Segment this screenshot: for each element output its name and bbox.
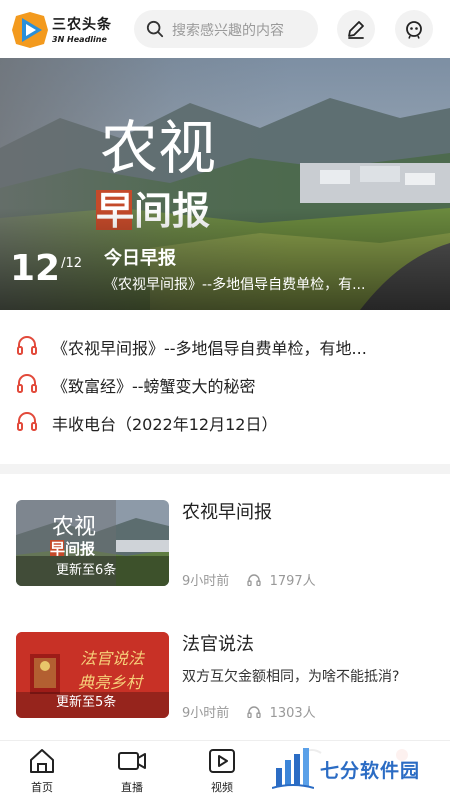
banner-title: 今日早报 bbox=[104, 248, 176, 269]
app-logo[interactable] bbox=[12, 12, 48, 48]
publish-time: 9小时前 bbox=[182, 574, 230, 589]
update-count: 更新至5条 bbox=[56, 695, 117, 710]
search-bar[interactable]: 搜索感兴趣的内容 bbox=[134, 10, 318, 48]
program-thumbnail: 法官说法 典亮乡村 更新至5条 bbox=[16, 632, 169, 718]
program-title: 农视早间报 bbox=[182, 502, 272, 523]
watermark-logo-icon bbox=[272, 748, 314, 789]
publish-time: 9小时前 bbox=[182, 706, 230, 721]
section-divider bbox=[0, 464, 450, 474]
nav-label-home: 首页 bbox=[31, 781, 53, 794]
nav-item-live[interactable]: 直播 bbox=[102, 747, 162, 799]
audio-item-title: 丰收电台（2022年12月12日） bbox=[52, 415, 278, 434]
audio-list-item[interactable]: 《农视早间报》--多地倡导自费单检，有地... bbox=[0, 325, 450, 363]
svg-text:农视: 农视 bbox=[100, 114, 216, 182]
search-icon bbox=[146, 20, 164, 38]
banner-total-pages: /12 bbox=[61, 256, 83, 271]
program-title: 法官说法 bbox=[182, 634, 254, 655]
program-description: 双方互欠金额相同，为啥不能抵消? bbox=[182, 669, 400, 685]
audio-item-title: 《致富经》--螃蟹变大的秘密 bbox=[52, 377, 256, 396]
headphones-icon bbox=[17, 336, 37, 355]
audio-list-item[interactable]: 丰收电台（2022年12月12日） bbox=[0, 401, 450, 439]
banner-carousel[interactable]: 农视 早间报 12/12 今日早报 《农视早间报》--多地倡导自费单检，有... bbox=[0, 58, 450, 310]
headphones-icon bbox=[247, 706, 262, 718]
video-camera-icon bbox=[118, 752, 146, 770]
headphones-icon bbox=[17, 412, 37, 431]
update-count: 更新至6条 bbox=[56, 563, 117, 578]
app-header: 三农头条 3N Headline 搜索感兴趣的内容 bbox=[0, 0, 450, 58]
edit-button[interactable] bbox=[337, 10, 375, 48]
program-meta: 9小时前 1797人 bbox=[182, 570, 316, 589]
brand-title: 三农头条 bbox=[52, 17, 112, 33]
headphones-icon bbox=[247, 574, 262, 586]
watermark: 七分软件园 bbox=[268, 742, 448, 796]
banner-page-indicator: 12/12 bbox=[10, 248, 82, 289]
nav-item-video[interactable]: 视频 bbox=[192, 747, 252, 799]
nav-label-live: 直播 bbox=[121, 781, 143, 794]
search-placeholder: 搜索感兴趣的内容 bbox=[172, 23, 284, 39]
listener-count: 1797人 bbox=[269, 574, 316, 589]
program-card[interactable]: 农视 早间报 更新至6条 农视早间报 9小时前 1797人 bbox=[0, 496, 450, 608]
program-thumbnail: 农视 早间报 更新至6条 bbox=[16, 500, 169, 586]
nav-item-home[interactable]: 首页 bbox=[12, 747, 72, 799]
brand-subtitle: 3N Headline bbox=[52, 35, 107, 44]
listener-count: 1303人 bbox=[269, 706, 316, 721]
audio-item-title: 《农视早间报》--多地倡导自费单检，有地... bbox=[52, 339, 367, 358]
program-meta: 9小时前 1303人 bbox=[182, 702, 316, 721]
nav-label-video: 视频 bbox=[211, 781, 233, 794]
svg-text:农视: 农视 bbox=[52, 515, 96, 540]
audio-list-item[interactable]: 《致富经》--螃蟹变大的秘密 bbox=[0, 363, 450, 401]
audio-list: 《农视早间报》--多地倡导自费单检，有地... 《致富经》--螃蟹变大的秘密 丰… bbox=[0, 325, 450, 439]
svg-text:典亮乡村: 典亮乡村 bbox=[78, 673, 144, 692]
home-icon bbox=[30, 749, 54, 773]
banner-subtitle: 《农视早间报》--多地倡导自费单检，有... bbox=[104, 277, 366, 293]
robot-face-icon bbox=[406, 21, 422, 39]
brand-name: 三农头条 3N Headline bbox=[52, 14, 112, 44]
svg-text:法官说法: 法官说法 bbox=[80, 649, 146, 668]
headphones-icon bbox=[17, 374, 37, 393]
profile-button[interactable] bbox=[395, 10, 433, 48]
program-card[interactable]: 法官说法 典亮乡村 更新至5条 法官说法 双方互欠金额相同，为啥不能抵消? 9小… bbox=[0, 628, 450, 740]
pencil-icon bbox=[348, 21, 364, 39]
banner-current-page: 12 bbox=[10, 248, 61, 289]
svg-text:早间报: 早间报 bbox=[50, 540, 95, 558]
watermark-text: 七分软件园 bbox=[320, 760, 421, 782]
play-icon bbox=[209, 749, 235, 773]
